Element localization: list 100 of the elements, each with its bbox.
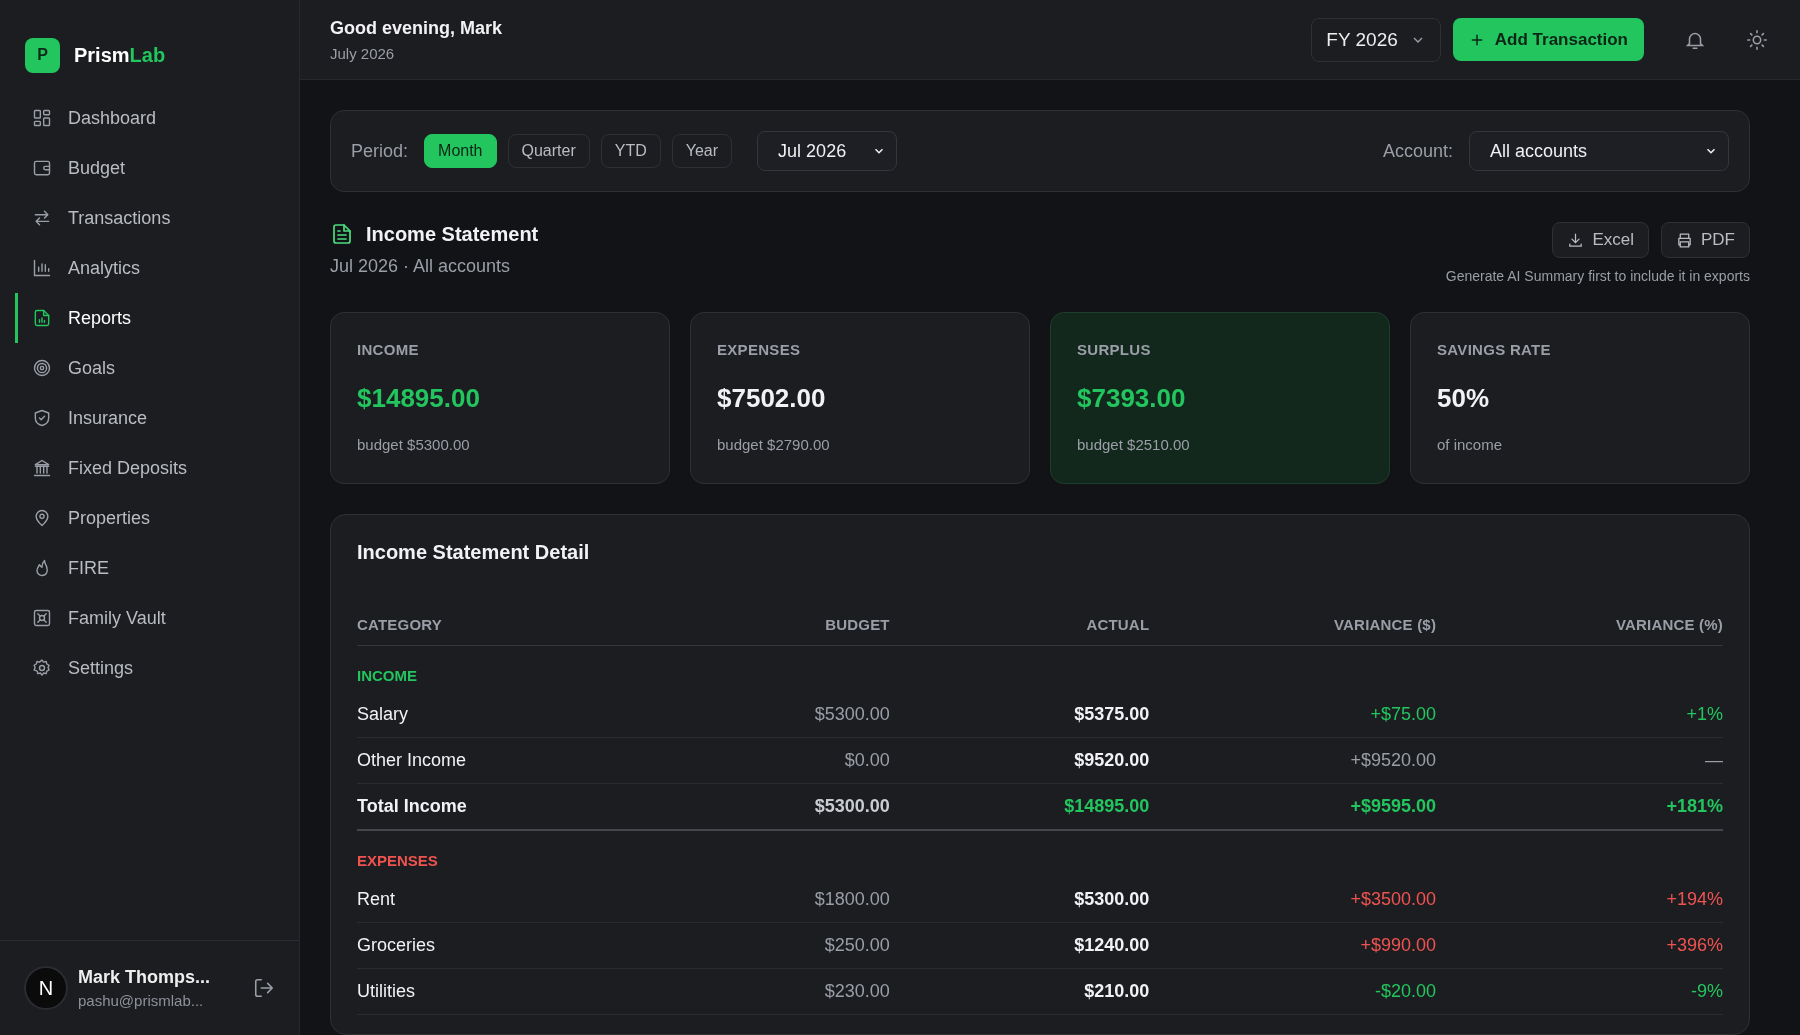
table-cell: $5375.00 [889,692,1150,738]
grid-icon [32,108,52,128]
column-header: BUDGET [739,616,890,646]
table-cell: — [1436,737,1723,784]
period-tab[interactable]: Quarter [507,134,590,168]
table-cell: -$20.00 [1149,968,1437,1015]
account-label: Account: [1382,140,1453,162]
panel-title: Income Statement Detail [357,541,591,564]
card-label: EXPENSES [717,341,802,358]
period-tab[interactable]: YTD [600,134,661,168]
export-button[interactable]: PDF [1661,222,1750,258]
table-cell: $230.00 [739,968,890,1015]
card-value: 50% [1437,383,1491,414]
header-date: July 2026 [330,44,396,62]
table-cell: $250.00 [739,922,890,969]
document-icon [330,222,354,246]
column-header: CATEGORY [357,616,740,646]
table-cell: $210.00 [889,968,1150,1015]
export-note: Generate AI Summary first to include it in exports [1445,268,1750,284]
period-tab[interactable]: Month [424,134,497,168]
table-cell: +194% [1436,877,1723,923]
report-subtitle: Jul 2026 · All accounts [330,256,512,277]
target-icon [32,358,52,378]
table-cell: +181% [1436,783,1723,830]
report-title: Income Statement [366,222,539,246]
card-value: $14895.00 [357,383,481,414]
card-note: budget $2510.00 [1077,436,1191,453]
sidebar-item[interactable]: Reports [15,293,299,343]
card-label: SAVINGS RATE [1437,341,1552,358]
settings-icon [32,658,52,678]
user-name: Mark Thomps... [78,967,212,988]
period-tab[interactable]: Year [671,134,733,168]
table-cell: $5300.00 [739,692,890,738]
table-cell: $5300.00 [739,783,890,830]
logo-icon: P [25,37,60,73]
table-cell: +$3500.00 [1149,877,1437,923]
column-header: ACTUAL [889,616,1150,646]
table-cell: $1800.00 [739,877,890,923]
bank-icon [32,458,52,478]
sidebar-item[interactable]: FIRE [15,543,299,593]
table-cell: Other Income [357,737,740,784]
brand-name: PrismLab [74,43,166,67]
sidebar-item[interactable]: Insurance [15,393,299,443]
sidebar-item[interactable]: Family Vault [15,593,299,643]
card-label: INCOME [357,341,420,358]
table-cell: +$75.00 [1149,692,1437,738]
card-value: $7393.00 [1077,383,1187,414]
sidebar-item[interactable]: Settings [15,643,299,693]
column-header: VARIANCE (%) [1436,616,1723,646]
avatar: N [24,966,68,1010]
card-note: budget $2790.00 [717,436,831,453]
logout-icon[interactable] [253,977,275,999]
section-label: INCOME [357,667,417,684]
bar-chart-icon [32,258,52,278]
vault-icon [32,608,52,628]
table-cell: +1% [1436,692,1723,738]
shield-icon [32,408,52,428]
sun-icon[interactable] [1746,28,1768,51]
sidebar-item[interactable]: Fixed Deposits [15,443,299,493]
table-cell: +$990.00 [1149,922,1437,969]
account-select[interactable]: All accounts [1469,131,1729,171]
sidebar-item[interactable]: Transactions [15,193,299,243]
table-cell: Utilities [357,968,740,1015]
table-cell: $14895.00 [889,783,1150,830]
table-cell: Groceries [357,922,740,969]
table-cell: Total Income [357,783,740,830]
sidebar-item[interactable]: Analytics [15,243,299,293]
arrows-icon [32,208,52,228]
period-label: Period: [351,140,409,162]
card-note: budget $5300.00 [357,436,471,453]
location-pin-icon [32,508,52,528]
card-note: of income [1437,436,1504,453]
wallet-icon [32,158,52,178]
fiscal-year-dropdown[interactable]: FY 2026 [1311,17,1441,62]
table-cell: $0.00 [739,737,890,784]
add-transaction-button[interactable]: Add Transaction [1452,18,1644,61]
user-email: pashu@prismlab... [78,992,205,1009]
sidebar-item[interactable]: Dashboard [15,93,299,143]
month-select[interactable]: Jul 2026 [757,131,898,171]
section-label: EXPENSES [357,852,438,869]
table-cell: +$9595.00 [1149,783,1437,830]
table-cell: $1240.00 [889,922,1150,969]
table-cell: +396% [1436,922,1723,969]
export-button[interactable]: Excel [1552,222,1649,258]
column-header: VARIANCE ($) [1149,616,1437,646]
table-cell: $9520.00 [889,737,1150,784]
sidebar-item[interactable]: Properties [15,493,299,543]
sidebar-item[interactable]: Goals [15,343,299,393]
download-icon [1567,231,1585,249]
table-cell: Salary [357,692,740,738]
table-cell: +$9520.00 [1149,737,1437,784]
greeting: Good evening, Mark [330,17,503,39]
table-cell: $5300.00 [889,877,1150,923]
table-cell: -9% [1436,968,1723,1015]
sidebar-item[interactable]: Budget [15,143,299,193]
printer-icon [1676,231,1693,249]
card-label: SURPLUS [1077,341,1152,358]
card-value: $7502.00 [717,383,827,414]
document-icon [32,308,52,328]
table-cell: Rent [357,877,740,923]
